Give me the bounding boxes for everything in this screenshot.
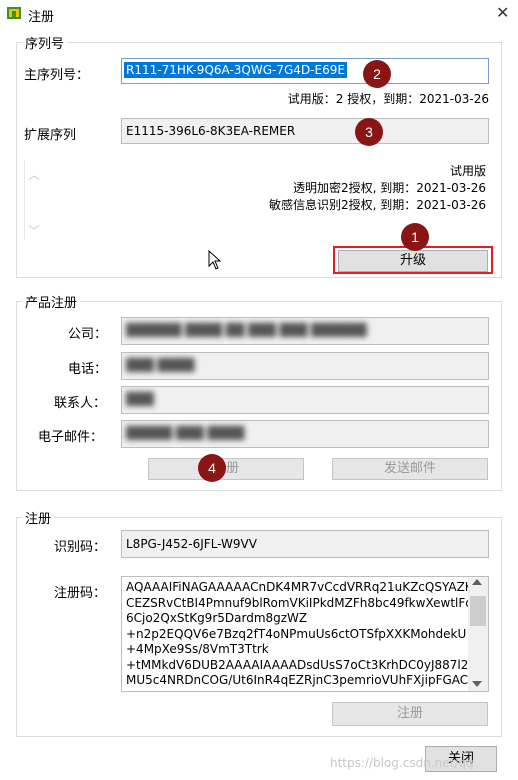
app-icon: [7, 7, 21, 19]
code-line: +4MpXe9Ss/8VmT3Ttrk: [126, 642, 269, 656]
contact-label: 联系人：: [54, 396, 107, 411]
phone-value-redacted: ███ ████: [126, 358, 195, 372]
close-icon[interactable]: ✕: [496, 3, 509, 22]
scroll-up-icon[interactable]: ︿: [28, 166, 40, 183]
register-group-label: 注册: [22, 508, 55, 527]
code-line: 6Cjo2QxStKg9r5Dardm8gzWZ: [126, 611, 308, 625]
scroll-down-icon[interactable]: ﹀: [28, 222, 40, 239]
window-title: 注册: [28, 10, 55, 25]
badge-3: 3: [355, 118, 383, 146]
scroll-down-arrow-icon[interactable]: [472, 681, 482, 687]
main-serial-info: 试用版：2 授权，到期：2021-03-26: [287, 92, 489, 106]
badge-2: 2: [363, 60, 391, 88]
main-serial-label: 主序列号：: [24, 68, 90, 83]
code-line: CEZSRvCtBI4Pmnuf9blRomVKiIPkdMZFh8bc49fk…: [126, 595, 481, 610]
ext-serial-label: 扩展序列: [24, 128, 77, 143]
scrollbar-thumb[interactable]: [470, 596, 486, 626]
scroll-up-arrow-icon[interactable]: [472, 579, 482, 585]
send-email-button[interactable]: 发送邮件: [332, 458, 488, 480]
code-line: +n2p2EQQV6e7Bzq2fT4oNPmuUs6ctOTSfpXXKMoh…: [126, 626, 467, 641]
contact-field[interactable]: ███: [121, 386, 489, 414]
company-value-redacted: ██████ ████ ██ ███ ███ ██████: [126, 323, 367, 337]
ext-info-line-3: 敏感信息识别2授权, 到期：2021-03-26: [268, 198, 486, 212]
badge-1: 1: [401, 223, 429, 251]
id-field[interactable]: L8PG-J452-6JFL-W9VV: [121, 530, 489, 558]
watermark-text: https://blog.csdn.net/qq: [330, 756, 474, 770]
phone-field[interactable]: ███ ████: [121, 352, 489, 380]
ext-info-divider: [24, 160, 25, 240]
code-line: MU5c4NRDnCOG/Ut6InR4qEZRjnC3pemrioVUhFXj…: [126, 673, 476, 687]
email-label: 电子邮件：: [38, 430, 104, 445]
company-label: 公司：: [68, 327, 108, 342]
phone-label: 电话：: [68, 362, 108, 377]
register-code-textarea[interactable]: AQAAAIFiNAGAAAAACnDK4MR7vCcdVRRq21uKZcQS…: [121, 576, 489, 692]
contact-value-redacted: ███: [126, 392, 154, 406]
ext-info-line-1: 试用版: [449, 164, 486, 178]
email-value-redacted: █████ ███ ████: [126, 426, 245, 440]
company-field[interactable]: ██████ ████ ██ ███ ███ ██████: [121, 317, 489, 345]
mouse-cursor-icon: [208, 250, 222, 270]
ext-serial-field[interactable]: E1115-396L6-8K3EA-REMER: [121, 118, 489, 144]
product-register-button[interactable]: 注册: [148, 458, 304, 480]
badge-4: 4: [198, 454, 226, 482]
main-serial-field[interactable]: R111-71HK-9Q6A-3QWG-7G4D-E69E: [121, 58, 489, 84]
email-field[interactable]: █████ ███ ████: [121, 420, 489, 448]
serial-group-label: 序列号: [22, 33, 68, 52]
title-bar: [0, 0, 518, 28]
code-scrollbar[interactable]: [468, 577, 488, 691]
main-serial-value: R111-71HK-9Q6A-3QWG-7G4D-E69E: [124, 62, 347, 78]
code-label: 注册码：: [54, 586, 107, 601]
code-line: +tMMkdV6DUB2AAAAIAAAADsdUsS7oCt3KrhDC0yJ…: [126, 657, 483, 672]
product-group-label: 产品注册: [22, 292, 81, 311]
code-line: AQAAAIFiNAGAAAAACnDK4MR7vCcdVRRq21uKZcQS…: [126, 580, 482, 594]
ext-info-line-2: 透明加密2授权, 到期：2021-03-26: [292, 181, 486, 195]
register-button[interactable]: 注册: [332, 702, 488, 726]
id-label: 识别码：: [54, 540, 107, 555]
